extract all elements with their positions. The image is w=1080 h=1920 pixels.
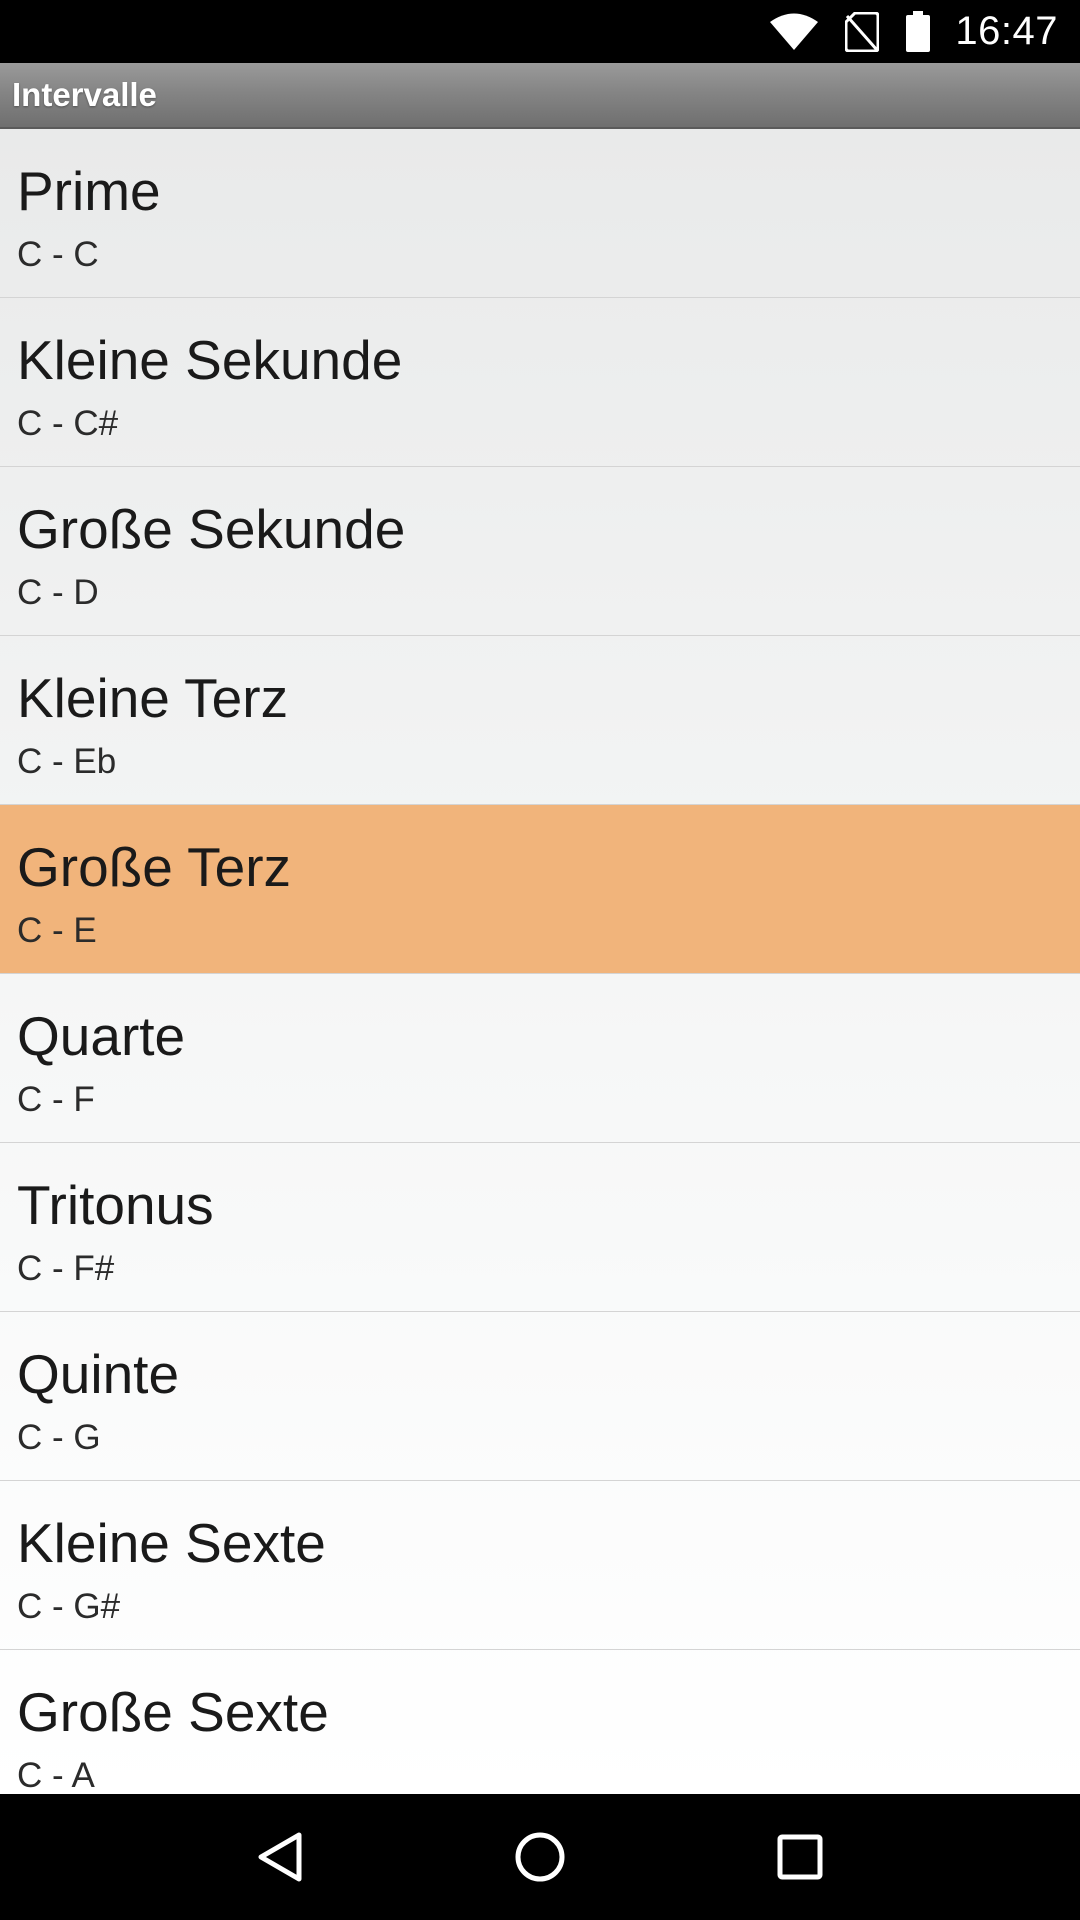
recents-button[interactable] (760, 1817, 840, 1897)
interval-notes: C - Eb (17, 742, 117, 781)
interval-notes: C - D (17, 573, 99, 612)
interval-list-item[interactable]: Kleine Terz C - Eb (0, 636, 1080, 805)
interval-list-item[interactable]: Quarte C - F (0, 974, 1080, 1143)
interval-list-item[interactable]: Große Sexte C - A (0, 1650, 1080, 1794)
interval-list-item[interactable]: Große Terz C - E (0, 805, 1080, 974)
page-title: Intervalle (12, 76, 157, 113)
interval-list-item[interactable]: Kleine Sekunde C - C# (0, 298, 1080, 467)
screen: 16:47 Intervalle Prime C - C Kleine Sekund… (0, 0, 1080, 1920)
navigation-bar (0, 1794, 1080, 1920)
home-button[interactable] (500, 1817, 580, 1897)
wifi-icon (769, 13, 819, 51)
status-clock: 16:47 (955, 9, 1058, 53)
interval-notes: C - G# (17, 1587, 121, 1626)
interval-name: Große Sekunde (17, 498, 406, 560)
interval-name: Kleine Sexte (17, 1512, 326, 1574)
interval-notes: C - E (17, 911, 97, 950)
interval-name: Quinte (17, 1343, 180, 1405)
recents-icon (777, 1834, 823, 1880)
interval-notes: C - F (17, 1080, 95, 1119)
status-bar: 16:47 (0, 0, 1080, 63)
interval-notes: C - G (17, 1418, 101, 1457)
interval-name: Tritonus (17, 1174, 214, 1236)
interval-list-item[interactable]: Kleine Sexte C - G# (0, 1481, 1080, 1650)
interval-list-item[interactable]: Prime C - C (0, 129, 1080, 298)
home-icon (515, 1832, 565, 1882)
interval-notes: C - A (17, 1756, 95, 1794)
interval-list-item[interactable]: Quinte C - G (0, 1312, 1080, 1481)
interval-notes: C - C (17, 235, 99, 274)
no-sim-icon (845, 11, 880, 52)
back-button[interactable] (240, 1817, 320, 1897)
interval-name: Kleine Sekunde (17, 329, 403, 391)
interval-name: Große Terz (17, 836, 292, 898)
interval-list-item[interactable]: Tritonus C - F# (0, 1143, 1080, 1312)
interval-notes: C - F# (17, 1249, 115, 1288)
interval-notes: C - C# (17, 404, 119, 443)
interval-list-item[interactable]: Große Sekunde C - D (0, 467, 1080, 636)
battery-icon (905, 10, 931, 53)
title-bar: Intervalle (0, 63, 1080, 129)
interval-name: Quarte (17, 1005, 186, 1067)
interval-name: Kleine Terz (17, 667, 289, 729)
interval-name: Prime (17, 160, 161, 222)
back-icon (258, 1832, 302, 1882)
interval-name: Große Sexte (17, 1681, 329, 1743)
interval-list[interactable]: Prime C - C Kleine Sekunde C - C# Große Seku… (0, 129, 1080, 1794)
